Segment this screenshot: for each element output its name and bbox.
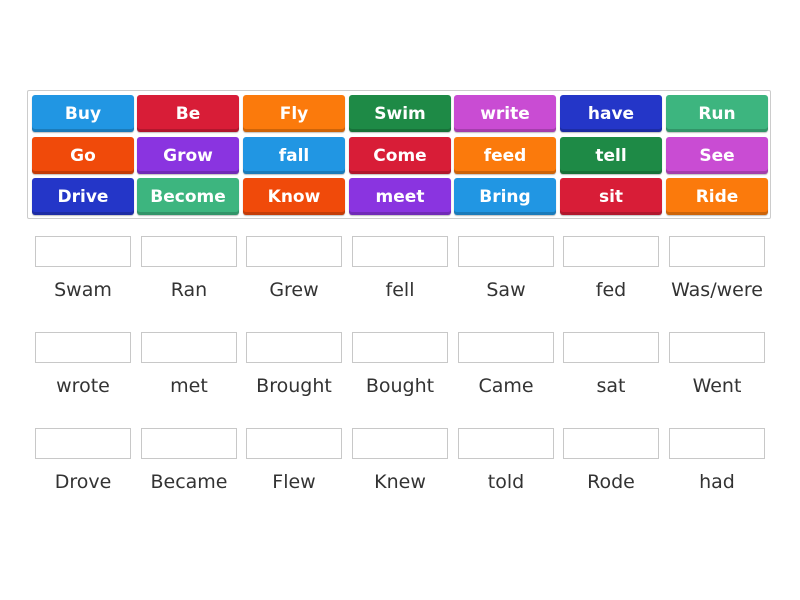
- drop-slot[interactable]: [35, 332, 131, 363]
- target-label: told: [487, 471, 525, 493]
- target-label: Became: [150, 471, 228, 493]
- word-tile[interactable]: Be: [137, 95, 239, 132]
- drop-slot[interactable]: [246, 428, 342, 459]
- word-tile[interactable]: Run: [666, 95, 768, 132]
- word-tile[interactable]: sit: [560, 178, 662, 215]
- word-tile[interactable]: write: [454, 95, 556, 132]
- word-tile[interactable]: fall: [243, 137, 345, 174]
- drop-slot[interactable]: [669, 332, 765, 363]
- target-label: Grew: [269, 279, 319, 301]
- word-tile[interactable]: Ride: [666, 178, 768, 215]
- target-label: Bought: [365, 375, 435, 397]
- target-label: had: [699, 471, 735, 493]
- word-tile[interactable]: Grow: [137, 137, 239, 174]
- word-tile[interactable]: Go: [32, 137, 134, 174]
- word-tile[interactable]: Fly: [243, 95, 345, 132]
- word-tile[interactable]: tell: [560, 137, 662, 174]
- target-label: Rode: [587, 471, 635, 493]
- drop-slot[interactable]: [458, 428, 554, 459]
- word-tile[interactable]: Bring: [454, 178, 556, 215]
- drop-slot[interactable]: [458, 236, 554, 267]
- drop-slot[interactable]: [458, 332, 554, 363]
- target-label: met: [170, 375, 208, 397]
- word-tile[interactable]: Come: [349, 137, 451, 174]
- target-label: wrote: [56, 375, 110, 397]
- drop-slot[interactable]: [35, 236, 131, 267]
- word-tile[interactable]: Drive: [32, 178, 134, 215]
- target-label: fed: [595, 279, 627, 301]
- word-tile[interactable]: Buy: [32, 95, 134, 132]
- drop-slot[interactable]: [352, 332, 448, 363]
- drop-slot[interactable]: [141, 332, 237, 363]
- word-tile[interactable]: have: [560, 95, 662, 132]
- target-label: Knew: [374, 471, 426, 493]
- target-label: sat: [596, 375, 626, 397]
- target-label: Came: [478, 375, 534, 397]
- drop-slot[interactable]: [352, 236, 448, 267]
- target-label: Brought: [256, 375, 332, 397]
- word-tile[interactable]: feed: [454, 137, 556, 174]
- target-label: Swam: [54, 279, 112, 301]
- word-tile[interactable]: Swim: [349, 95, 451, 132]
- drop-slot[interactable]: [246, 236, 342, 267]
- drop-slot[interactable]: [563, 236, 659, 267]
- target-label: Ran: [170, 279, 208, 301]
- drop-slot[interactable]: [352, 428, 448, 459]
- target-label: Flew: [272, 471, 316, 493]
- drop-slot[interactable]: [246, 332, 342, 363]
- target-label: fell: [385, 279, 415, 301]
- drop-slot[interactable]: [669, 236, 765, 267]
- target-label: Went: [692, 375, 742, 397]
- drop-slot[interactable]: [669, 428, 765, 459]
- drop-slot[interactable]: [563, 428, 659, 459]
- drop-slot[interactable]: [563, 332, 659, 363]
- target-label: Saw: [486, 279, 526, 301]
- word-tile[interactable]: See: [666, 137, 768, 174]
- word-tile[interactable]: Become: [137, 178, 239, 215]
- target-label: Drove: [54, 471, 112, 493]
- target-label: Was/were: [671, 279, 763, 301]
- drop-slot[interactable]: [141, 236, 237, 267]
- word-tile[interactable]: meet: [349, 178, 451, 215]
- drop-slot[interactable]: [141, 428, 237, 459]
- word-tile[interactable]: Know: [243, 178, 345, 215]
- drop-slot[interactable]: [35, 428, 131, 459]
